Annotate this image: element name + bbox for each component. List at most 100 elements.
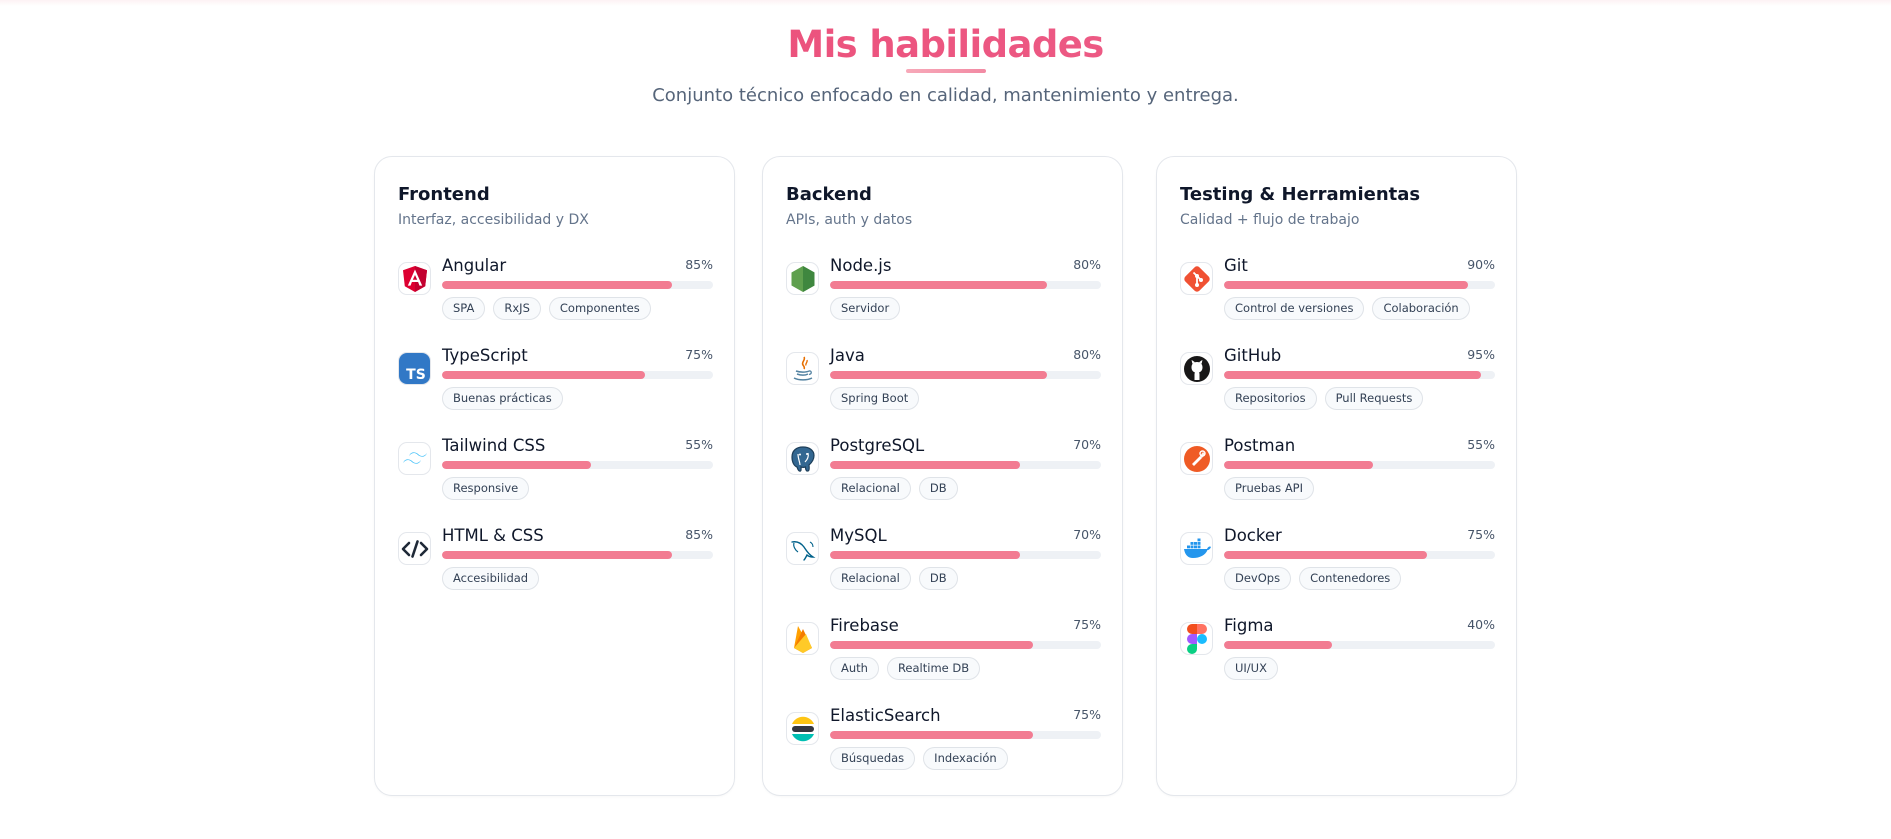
skill-tags: Pruebas API [1224,477,1315,500]
skill-card: Testing & Herramientas Calidad + flujo de… [1156,156,1517,796]
card-subtitle: Calidad + flujo de trabajo [1180,212,1360,228]
skill-tag: Realtime DB [886,657,981,680]
skill-percent: 75% [1073,617,1101,632]
skill-name: GitHub [1224,346,1282,365]
skill-percent: 70% [1073,527,1101,542]
skill-tag: Control de versiones [1224,297,1365,320]
skill-item: TS TypeScript 75% Buenas prácticas [398,346,713,426]
skill-tag: DB [918,477,958,500]
progress-fill [830,731,1034,739]
progress-track [830,641,1101,649]
skill-tags: Relacional DB [830,477,958,500]
skill-percent: 55% [1467,437,1495,452]
section-header: Mis habilidades Conjunto técnico enfocad… [0,22,1891,108]
card-title: Testing & Herramientas [1180,184,1421,205]
section-title: Mis habilidades [0,22,1891,68]
skill-tag: DevOps [1224,567,1292,590]
skill-tag: Servidor [830,297,901,320]
card-header: Testing & Herramientas Calidad + flujo de… [1180,184,1420,229]
skill-tags: Buenas prácticas [442,387,563,410]
skill-tags: Responsive [442,477,530,500]
skill-item: ElasticSearch 75% Búsquedas Indexación [786,706,1101,786]
skill-tag: UI/UX [1224,657,1278,680]
skill-name: MySQL [830,526,887,545]
skill-tags: Auth Realtime DB [830,657,981,680]
git-icon [1180,262,1213,295]
top-fade [0,0,1891,6]
github-icon [1180,352,1213,385]
skill-item: MySQL 70% Relacional DB [786,526,1101,606]
nodejs-icon [786,262,819,295]
tailwind-icon [398,442,431,475]
skill-item: PostgreSQL 70% Relacional DB [786,436,1101,516]
skill-tags: Spring Boot [830,387,920,410]
progress-fill [442,461,592,469]
skill-tags: SPA RxJS Componentes [442,297,651,320]
java-icon [786,352,819,385]
progress-track [830,551,1101,559]
skill-item: Tailwind CSS 55% Responsive [398,436,713,516]
skill-item: Firebase 75% Auth Realtime DB [786,616,1101,696]
skill-percent: 90% [1467,257,1495,272]
skill-tags: Relacional DB [830,567,958,590]
skill-tag: SPA [442,297,486,320]
skill-tag: Auth [830,657,879,680]
progress-fill [1224,281,1468,289]
skill-tag: Componentes [548,297,651,320]
skill-item: HTML & CSS 85% Accesibilidad [398,526,713,606]
skill-percent: 80% [1073,257,1101,272]
progress-track [1224,461,1495,469]
skill-card: Backend APIs, auth y datos Node.js 80% Servi… [762,156,1123,796]
card-subtitle: APIs, auth y datos [786,212,913,228]
skill-tag: DB [918,567,958,590]
code-icon [398,532,431,565]
docker-icon [1180,532,1213,565]
skill-tags: DevOps Contenedores [1224,567,1402,590]
skill-name: Node.js [830,256,892,275]
skill-item: Figma 40% UI/UX [1180,616,1495,696]
skill-item: Docker 75% DevOps Contenedores [1180,526,1495,606]
skill-item: Node.js 80% Servidor [786,256,1101,336]
progress-fill [830,371,1047,379]
progress-track [830,371,1101,379]
card-subtitle: Interfaz, accesibilidad y DX [398,212,589,228]
skill-percent: 55% [685,437,713,452]
skill-name: Tailwind CSS [442,436,546,455]
card-title: Frontend [398,184,490,205]
card-header: Frontend Interfaz, accesibilidad y DX [398,184,589,229]
skill-tags: Accesibilidad [442,567,540,590]
postman-icon [1180,442,1213,475]
progress-track [442,371,713,379]
section-subtitle: Conjunto técnico enfocado en calidad, ma… [652,85,1239,106]
skill-tag: Colaboración [1372,297,1470,320]
skill-percent: 40% [1467,617,1495,632]
mysql-icon [786,532,819,565]
skill-item: Postman 55% Pruebas API [1180,436,1495,516]
progress-track [442,551,713,559]
elasticsearch-icon [786,712,819,745]
skill-name: Git [1224,256,1248,275]
skill-percent: 75% [1073,707,1101,722]
skill-percent: 70% [1073,437,1101,452]
skill-tag: Indexación [923,747,1008,770]
progress-fill [442,371,646,379]
progress-track [1224,281,1495,289]
skill-item: Git 90% Control de versiones Colaboración [1180,256,1495,336]
progress-fill [830,281,1047,289]
skill-name: Java [830,346,865,365]
skill-tags: Control de versiones Colaboración [1224,297,1470,320]
skill-tag: Spring Boot [830,387,920,410]
progress-fill [1224,461,1374,469]
svg-text:TS: TS [406,367,426,383]
skill-tag: Contenedores [1299,567,1402,590]
skill-percent: 75% [1467,527,1495,542]
progress-fill [830,641,1034,649]
skill-card: Frontend Interfaz, accesibilidad y DX Angu… [374,156,735,796]
skill-name: Docker [1224,526,1282,545]
progress-fill [830,551,1020,559]
progress-fill [830,461,1020,469]
skill-tag: Relacional [830,477,911,500]
typescript-icon: TS [398,352,431,385]
progress-fill [1224,371,1482,379]
skill-tag: RxJS [493,297,541,320]
